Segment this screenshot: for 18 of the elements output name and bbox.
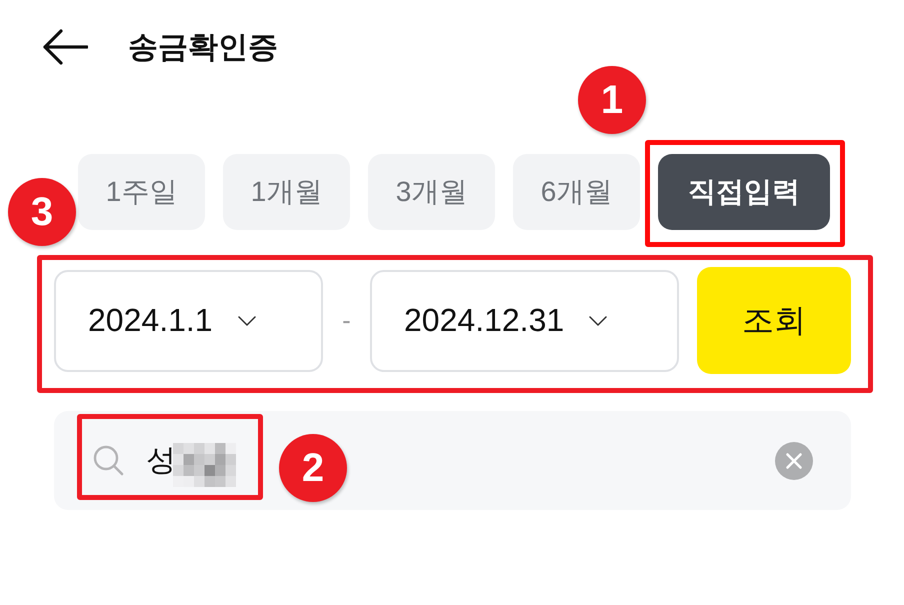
chevron-down-icon (589, 316, 608, 326)
period-tab[interactable]: 1개월 (223, 154, 350, 230)
period-tab[interactable]: 6개월 (513, 154, 640, 230)
period-tab[interactable]: 1주일 (78, 154, 205, 230)
search-icon (93, 445, 124, 476)
period-tab[interactable]: 3개월 (368, 154, 495, 230)
chevron-down-icon (238, 316, 256, 326)
page-title: 송금확인증 (128, 30, 278, 66)
period-tab[interactable]: 직접입력 (658, 154, 830, 230)
date-dropdown[interactable]: 2024.12.31 (370, 270, 679, 372)
search-input[interactable]: 성 (146, 444, 176, 478)
search-button[interactable]: 조회 (697, 267, 851, 374)
back-arrow-icon[interactable] (42, 29, 88, 65)
mosaic-redaction (173, 442, 236, 486)
range-separator: - (341, 305, 352, 336)
date-dropdown[interactable]: 2024.1.1 (54, 270, 323, 372)
step-number-badge: 1 (578, 66, 646, 134)
step-number-badge: 3 (8, 178, 76, 246)
